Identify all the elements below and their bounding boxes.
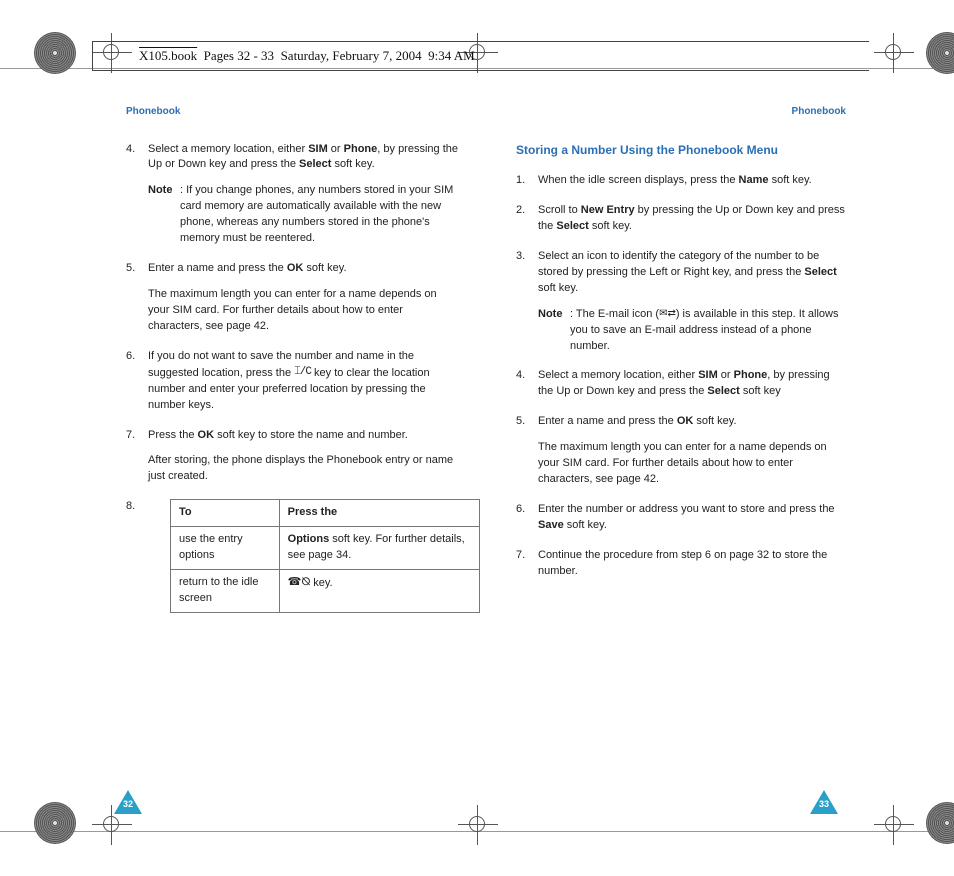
step-text: Select an icon to identify the category …	[538, 250, 837, 294]
step-4: 4. Select a memory location, either SIM …	[126, 142, 458, 248]
section-title: Storing a Number Using the Phonebook Men…	[516, 142, 846, 159]
table-cell: use the entry options	[171, 527, 280, 570]
crop-mark-icon	[874, 33, 914, 73]
content-columns: Phonebook 4. Select a memory location, e…	[126, 105, 846, 627]
step-number: 6.	[126, 349, 135, 365]
binder-ring-icon	[34, 32, 76, 74]
running-head-left: Phonebook	[126, 105, 458, 120]
steps-left: 4. Select a memory location, either SIM …	[126, 142, 458, 486]
note-text: : The E-mail icon (✉⇄) is available in t…	[570, 308, 838, 352]
step-text: Enter a name and press the OK soft key.	[538, 415, 737, 427]
email-icon: ✉⇄	[659, 307, 676, 322]
step-number: 5.	[516, 414, 525, 430]
step-number: 3.	[516, 249, 525, 265]
fm-date: Saturday, February 7, 2004	[281, 48, 422, 64]
end-call-key-icon: ☎⦰	[288, 575, 311, 591]
options-table: To Press the use the entry options Optio…	[170, 499, 480, 613]
step-note: Note : If you change phones, any numbers…	[148, 183, 458, 247]
fm-time: 9:34 AM	[428, 48, 475, 64]
table-header-press: Press the	[279, 500, 479, 527]
page-number-badge: 33	[810, 790, 838, 814]
step-paragraph: The maximum length you can enter for a n…	[538, 440, 846, 488]
note-label: Note	[148, 183, 172, 199]
step-number: 2.	[516, 203, 525, 219]
document-spread: X105.book Pages 32 - 33 Saturday, Februa…	[0, 0, 954, 876]
fm-filename: X105.book	[139, 48, 197, 64]
step-2: 2. Scroll to New Entry by pressing the U…	[516, 203, 846, 235]
step-1: 1. When the idle screen displays, press …	[516, 173, 846, 189]
note-label: Note	[538, 307, 562, 323]
step-number: 7.	[516, 548, 525, 564]
table-cell: ☎⦰ key.	[279, 570, 479, 613]
step-text: Select a memory location, either SIM or …	[148, 143, 458, 171]
step-text: Scroll to New Entry by pressing the Up o…	[538, 204, 845, 232]
step-paragraph: After storing, the phone displays the Ph…	[148, 453, 458, 485]
step-6: 6. Enter the number or address you want …	[516, 502, 846, 534]
page-number-badge: 32	[114, 790, 142, 814]
step-number: 4.	[516, 368, 525, 384]
step-text: Continue the procedure from step 6 on pa…	[538, 549, 827, 577]
step-number: 7.	[126, 428, 135, 444]
clear-key-icon: ⌶/C	[294, 365, 311, 381]
note-text: : If you change phones, any numbers stor…	[180, 184, 453, 244]
page-32: Phonebook 4. Select a memory location, e…	[126, 105, 458, 627]
step-8: 8. To Press the use the entry options Op…	[126, 499, 458, 613]
step-number: 1.	[516, 173, 525, 189]
steps-right: 1. When the idle screen displays, press …	[516, 173, 846, 580]
step-text: Press the OK soft key to store the name …	[148, 429, 408, 441]
step-number: 5.	[126, 261, 135, 277]
framemaker-header: X105.book Pages 32 - 33 Saturday, Februa…	[92, 41, 869, 71]
step-text: When the idle screen displays, press the…	[538, 174, 812, 186]
step-4: 4. Select a memory location, either SIM …	[516, 368, 846, 400]
step-text: Enter a name and press the OK soft key.	[148, 262, 347, 274]
step-5: 5. Enter a name and press the OK soft ke…	[516, 414, 846, 488]
step-number: 8.	[126, 499, 135, 515]
running-head-right: Phonebook	[516, 105, 846, 120]
step-text: If you do not want to save the number an…	[148, 350, 430, 411]
table-cell: return to the idle screen	[171, 570, 280, 613]
step-text: Enter the number or address you want to …	[538, 503, 835, 531]
step-text: Select a memory location, either SIM or …	[538, 369, 830, 397]
page-number: 32	[121, 799, 135, 809]
step-5: 5. Enter a name and press the OK soft ke…	[126, 261, 458, 335]
binder-ring-icon	[34, 802, 76, 844]
step-7: 7. Continue the procedure from step 6 on…	[516, 548, 846, 580]
binder-ring-icon	[926, 802, 954, 844]
step-3: 3. Select an icon to identify the catego…	[516, 249, 846, 355]
page-33: Phonebook Storing a Number Using the Pho…	[516, 105, 846, 627]
table-header-to: To	[171, 500, 280, 527]
crop-mark-icon	[458, 805, 498, 845]
table-row: use the entry options Options soft key. …	[171, 527, 480, 570]
fm-pages: Pages 32 - 33	[204, 48, 274, 64]
step-6: 6. If you do not want to save the number…	[126, 349, 458, 414]
step-7: 7. Press the OK soft key to store the na…	[126, 428, 458, 486]
step-paragraph: The maximum length you can enter for a n…	[148, 287, 458, 335]
table-cell: Options soft key. For further details, s…	[279, 527, 479, 570]
step-number: 4.	[126, 142, 135, 158]
table-row: return to the idle screen ☎⦰ key.	[171, 570, 480, 613]
page-number: 33	[817, 799, 831, 809]
step-number: 6.	[516, 502, 525, 518]
crop-mark-icon	[874, 805, 914, 845]
step-note: Note : The E-mail icon (✉⇄) is available…	[538, 307, 846, 355]
